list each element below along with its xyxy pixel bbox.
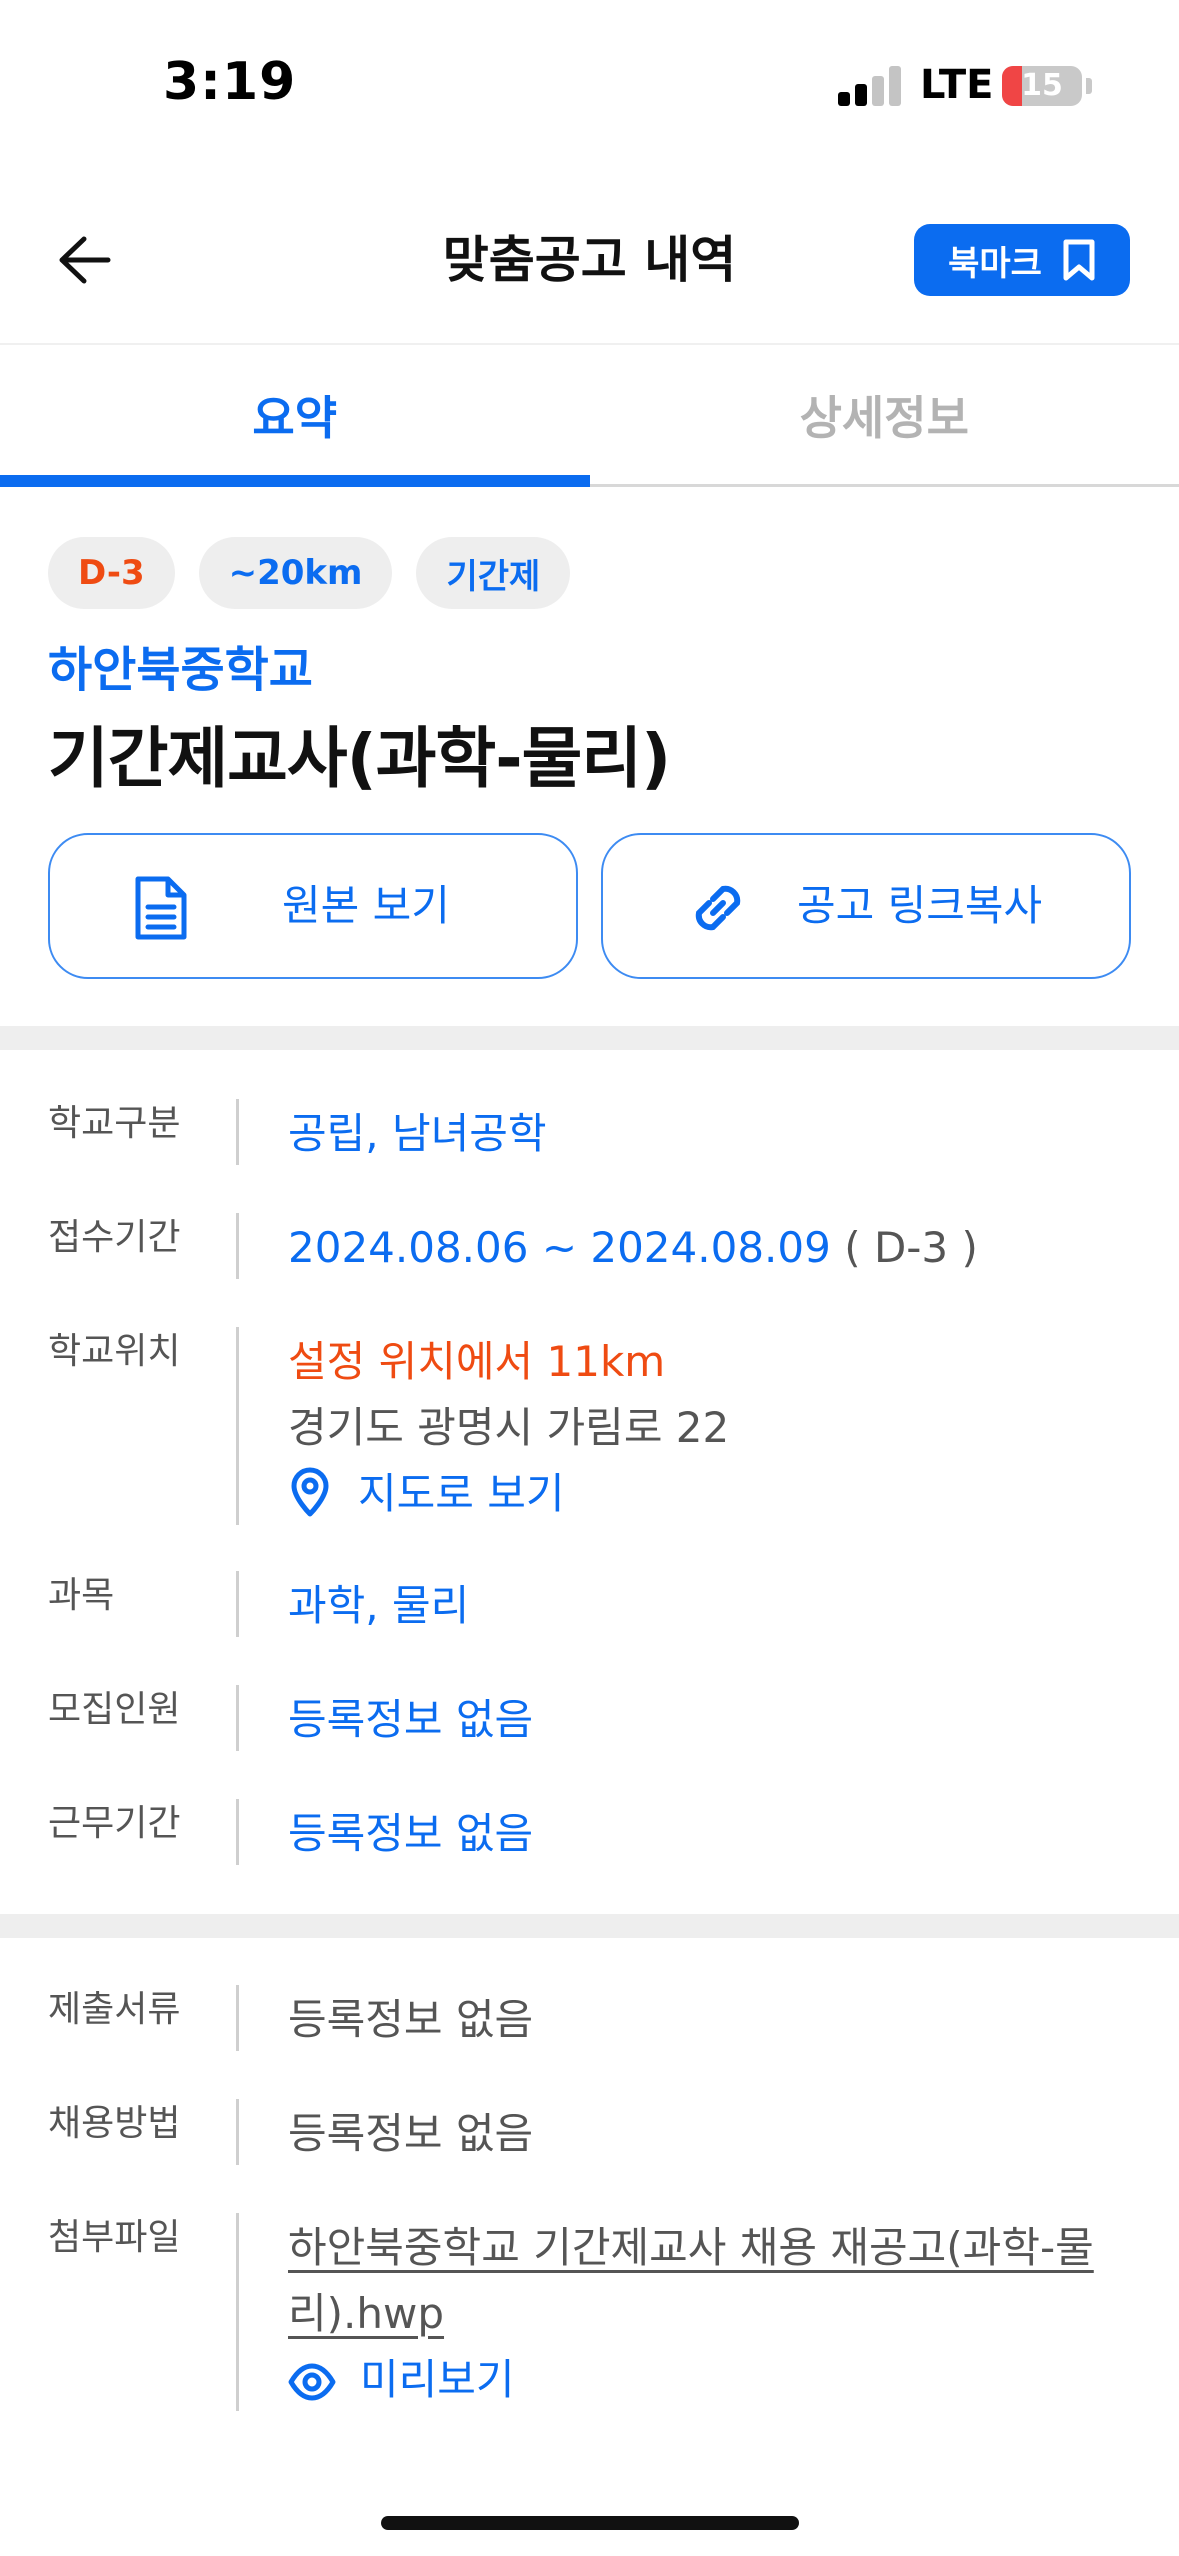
section-divider: [0, 1914, 1179, 1938]
info-value: 등록정보 없음: [288, 1995, 534, 2044]
battery-level: 15: [1021, 68, 1063, 103]
chip-distance: ~20km: [198, 537, 393, 609]
view-original-label: 원본 보기: [282, 881, 450, 930]
attachment-file-link[interactable]: 하안북중학교 기간제교사 채용 재공고(과학-물: [288, 2219, 1094, 2277]
preview-label: 미리보기: [360, 2355, 515, 2404]
location-distance: 설정 위치에서 11km: [288, 1337, 666, 1386]
home-indicator: [381, 2516, 799, 2530]
tab-bar: 요약 상세정보: [0, 345, 1179, 487]
signal-icon: [838, 66, 901, 106]
info-key: 학교구분: [48, 1103, 181, 1144]
info-key: 모집인원: [48, 1689, 181, 1730]
location-pin-icon: [291, 1467, 329, 1517]
tab-details[interactable]: 상세정보: [590, 345, 1179, 484]
map-link[interactable]: 지도로 보기: [288, 1465, 565, 1523]
back-button[interactable]: [48, 220, 120, 300]
chip-dday: D-3: [48, 537, 175, 609]
row-divider: [236, 1327, 239, 1525]
status-time: 3:19: [163, 52, 297, 112]
copy-link-label: 공고 링크복사: [797, 881, 1043, 930]
battery-icon: 15: [1002, 66, 1082, 106]
row-divider: [236, 1685, 239, 1751]
row-divider: [236, 1099, 239, 1165]
info-key: 첨부파일: [48, 2217, 181, 2258]
preview-button[interactable]: 미리보기: [288, 2351, 515, 2409]
row-divider: [236, 1213, 239, 1279]
info-key: 채용방법: [48, 2103, 181, 2144]
bookmark-button[interactable]: 북마크: [914, 224, 1130, 296]
status-bar: 3:19 LTE 15: [0, 0, 1179, 150]
info-value: 2024.08.06 ~ 2024.08.09 ( D-3 ): [288, 1219, 978, 1277]
info-value: 공립, 남녀공학: [288, 1109, 547, 1158]
info-key: 접수기간: [48, 1217, 181, 1258]
bookmark-button-label: 북마크: [948, 243, 1042, 284]
tag-chips: D-3 ~20km 기간제: [48, 537, 571, 609]
info-value: 등록정보 없음: [288, 1809, 534, 1858]
location-address: 경기도 광명시 가림로 22: [288, 1403, 730, 1452]
period-dates: 2024.08.06 ~ 2024.08.09: [288, 1223, 831, 1272]
info-key: 학교위치: [48, 1331, 181, 1372]
bookmark-icon: [1063, 239, 1095, 281]
tab-summary[interactable]: 요약: [0, 345, 590, 487]
info-key: 제출서류: [48, 1989, 181, 2030]
arrow-left-icon: [59, 236, 111, 284]
link-icon: [695, 885, 741, 931]
row-divider: [236, 1571, 239, 1637]
row-divider: [236, 1799, 239, 1865]
chip-job-type: 기간제: [416, 537, 571, 609]
period-dday: ( D-3 ): [844, 1223, 978, 1272]
info-value: 등록정보 없음: [288, 1695, 534, 1744]
battery-cap: [1086, 78, 1092, 94]
view-original-button[interactable]: 원본 보기: [48, 833, 578, 979]
job-title: 기간제교사(과학-물리): [48, 720, 671, 797]
network-type: LTE: [920, 62, 994, 108]
copy-link-button[interactable]: 공고 링크복사: [601, 833, 1131, 979]
info-value: 과학, 물리: [288, 1581, 470, 1630]
map-link-label: 지도로 보기: [358, 1469, 565, 1518]
row-divider: [236, 1985, 239, 2051]
eye-icon: [288, 2363, 336, 2401]
row-divider: [236, 2099, 239, 2165]
app-header: 맞춤공고 내역 북마크: [0, 180, 1179, 340]
row-divider: [236, 2213, 239, 2411]
school-name: 하안북중학교: [48, 642, 313, 698]
info-key: 근무기간: [48, 1803, 181, 1844]
attachment-file-link-cont[interactable]: 리).hwp: [288, 2285, 444, 2343]
document-icon: [135, 876, 187, 940]
section-divider: [0, 1026, 1179, 1050]
info-value: 등록정보 없음: [288, 2109, 534, 2158]
info-key: 과목: [48, 1575, 115, 1616]
